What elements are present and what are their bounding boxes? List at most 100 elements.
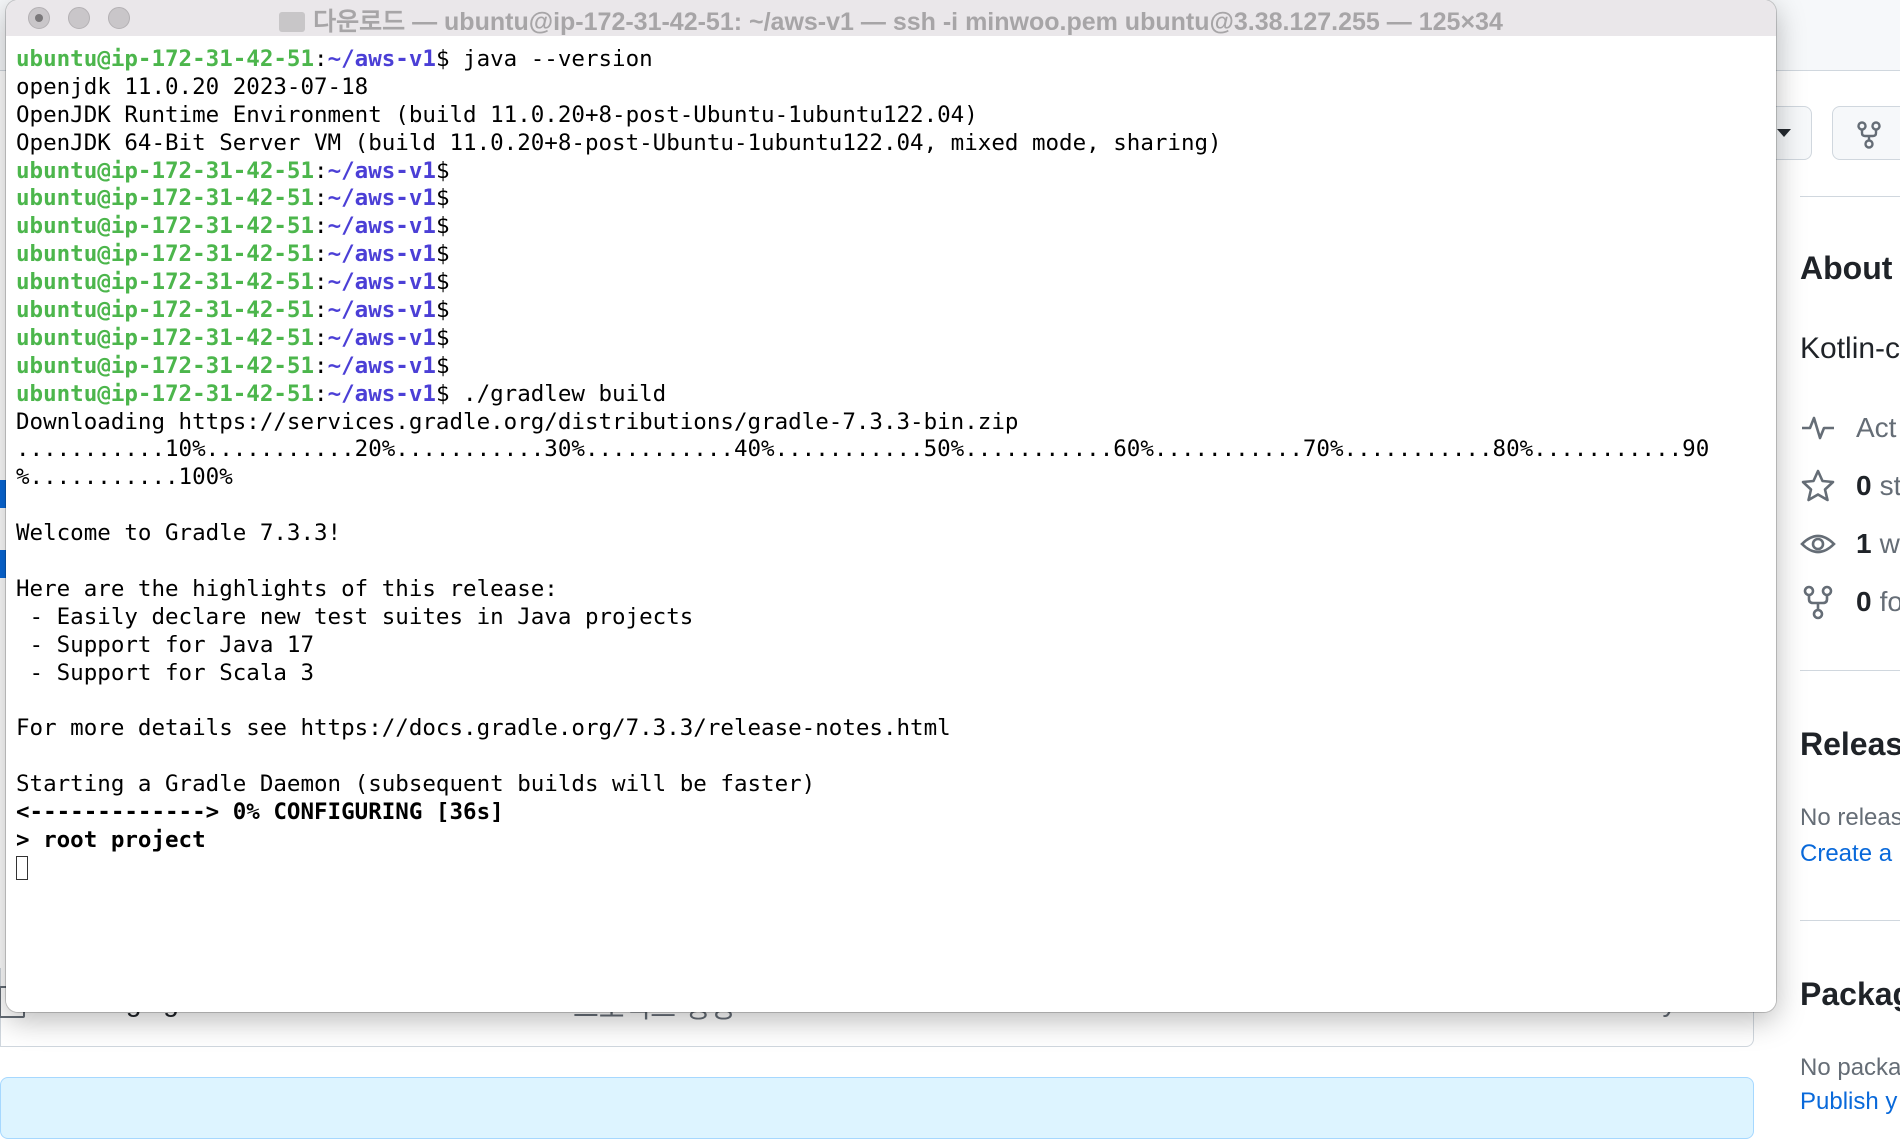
forks-count: 0 — [1856, 586, 1872, 617]
releases-heading[interactable]: Releas — [1800, 726, 1900, 763]
prompt-path: ~/aws-v1 — [327, 324, 436, 351]
divider — [1800, 670, 1900, 671]
prompt-line: ubuntu@ip-172-31-42-51:~/aws-v1$ — [16, 297, 1776, 325]
command-text: ./gradlew build — [449, 380, 667, 407]
stars-count: 0 — [1856, 470, 1872, 501]
prompt-line: ubuntu@ip-172-31-42-51:~/aws-v1$ — [16, 241, 1776, 269]
terminal-window[interactable]: 다운로드 — ubuntu@ip-172-31-42-51: ~/aws-v1 … — [6, 0, 1776, 1012]
prompt-symbol: $ — [435, 324, 450, 351]
output-line: OpenJDK Runtime Environment (build 11.0.… — [16, 102, 1776, 130]
prompt-user-host: ubuntu@ip-172-31-42-51 — [16, 324, 315, 351]
fork-icon — [1803, 585, 1833, 620]
prompt-symbol: $ — [435, 241, 450, 268]
terminal-output[interactable]: ubuntu@ip-172-31-42-51:~/aws-v1$ java --… — [6, 36, 1776, 1012]
output-line: - Support for Java 17 — [16, 632, 1776, 660]
output-text: - Support for Scala 3 — [16, 659, 315, 686]
create-release-link[interactable]: Create a — [1800, 840, 1892, 868]
prompt-separator: : — [314, 324, 328, 351]
prompt-symbol: $ — [435, 46, 450, 72]
prompt-line: ubuntu@ip-172-31-42-51:~/aws-v1$ — [16, 213, 1776, 241]
forks-link[interactable]: 0 fo — [1800, 582, 1900, 622]
output-text: Starting a Gradle Daemon (subsequent bui… — [16, 771, 816, 798]
prompt-path: ~/aws-v1 — [327, 185, 436, 212]
output-text: %...........100% — [16, 464, 233, 491]
pulse-icon — [1802, 416, 1834, 440]
no-releases-text: No releas — [1800, 804, 1900, 831]
prompt-user-host: ubuntu@ip-172-31-42-51 — [16, 185, 315, 212]
prompt-path: ~/aws-v1 — [327, 241, 436, 268]
prompt-separator: : — [314, 352, 328, 379]
packages-heading[interactable]: Packag — [1800, 976, 1900, 1013]
watchers-link[interactable]: 1 wa — [1800, 524, 1900, 564]
output-line: openjdk 11.0.20 2023-07-18 — [16, 74, 1776, 102]
prompt-separator: : — [314, 46, 328, 72]
output-line: <-------------> 0% CONFIGURING [36s] — [16, 799, 1776, 827]
output-text: openjdk 11.0.20 2023-07-18 — [16, 73, 369, 100]
prompt-symbol: $ — [435, 352, 450, 379]
prompt-separator: : — [314, 241, 328, 268]
prompt-user-host: ubuntu@ip-172-31-42-51 — [16, 213, 315, 240]
watchers-label: wa — [1879, 528, 1900, 559]
prompt-user-host: ubuntu@ip-172-31-42-51 — [16, 380, 315, 407]
prompt-user-host: ubuntu@ip-172-31-42-51 — [16, 241, 315, 268]
output-text: OpenJDK Runtime Environment (build 11.0.… — [16, 101, 978, 128]
stars-link[interactable]: 0 st — [1800, 466, 1900, 506]
fork-button[interactable] — [1832, 106, 1900, 160]
command-text: java --version — [449, 46, 653, 72]
prompt-separator: : — [314, 213, 328, 240]
prompt-path: ~/aws-v1 — [327, 269, 436, 296]
prompt-path: ~/aws-v1 — [327, 352, 436, 379]
prompt-path: ~/aws-v1 — [327, 297, 436, 324]
stars-label: st — [1879, 470, 1900, 501]
prompt-path: ~/aws-v1 — [327, 157, 436, 184]
repo-description: Kotlin-c — [1800, 332, 1900, 365]
star-icon — [1801, 469, 1835, 502]
folder-icon — [279, 12, 306, 32]
output-line: Starting a Gradle Daemon (subsequent bui… — [16, 771, 1776, 799]
prompt-path: ~/aws-v1 — [327, 213, 436, 240]
info-banner — [0, 1077, 1754, 1139]
prompt-line: ubuntu@ip-172-31-42-51:~/aws-v1$ — [16, 158, 1776, 186]
prompt-user-host: ubuntu@ip-172-31-42-51 — [16, 46, 315, 72]
divider — [1800, 196, 1900, 197]
prompt-line: ubuntu@ip-172-31-42-51:~/aws-v1$ java --… — [16, 46, 1776, 74]
output-text: - Easily declare new test suites in Java… — [16, 603, 694, 630]
output-text: - Support for Java 17 — [16, 631, 315, 658]
prompt-line: ubuntu@ip-172-31-42-51:~/aws-v1$ — [16, 325, 1776, 353]
output-text: Welcome to Gradle 7.3.3! — [16, 520, 342, 547]
window-title: 다운로드 — ubuntu@ip-172-31-42-51: ~/aws-v1 … — [313, 8, 1503, 36]
prompt-separator: : — [314, 297, 328, 324]
prompt-separator: : — [314, 157, 328, 184]
output-text: Here are the highlights of this release: — [16, 575, 558, 602]
output-line: - Support for Scala 3 — [16, 660, 1776, 688]
chevron-down-icon — [1777, 129, 1791, 137]
window-titlebar[interactable]: 다운로드 — ubuntu@ip-172-31-42-51: ~/aws-v1 … — [6, 0, 1776, 37]
prompt-symbol: $ — [435, 213, 450, 240]
fork-icon — [1857, 121, 1881, 149]
prompt-symbol: $ — [435, 185, 450, 212]
activity-link[interactable]: Act — [1800, 408, 1896, 448]
output-line: Welcome to Gradle 7.3.3! — [16, 520, 1776, 548]
prompt-symbol: $ — [435, 297, 450, 324]
divider — [1800, 920, 1900, 921]
prompt-line: ubuntu@ip-172-31-42-51:~/aws-v1$ ./gradl… — [16, 381, 1776, 409]
forks-label: fo — [1879, 586, 1900, 617]
activity-label: Act — [1856, 412, 1897, 443]
eye-icon — [1800, 534, 1836, 554]
prompt-line: ubuntu@ip-172-31-42-51:~/aws-v1$ — [16, 185, 1776, 213]
prompt-symbol: $ — [435, 157, 450, 184]
output-line: For more details see https://docs.gradle… — [16, 715, 1776, 743]
prompt-separator: : — [314, 185, 328, 212]
prompt-path: ~/aws-v1 — [327, 380, 436, 407]
output-text: For more details see https://docs.gradle… — [16, 715, 951, 742]
prompt-line: ubuntu@ip-172-31-42-51:~/aws-v1$ — [16, 353, 1776, 381]
output-line: %...........100% — [16, 464, 1776, 492]
prompt-separator: : — [314, 269, 328, 296]
no-packages-text: No packa — [1800, 1054, 1900, 1081]
output-line: > root project — [16, 827, 1776, 855]
prompt-user-host: ubuntu@ip-172-31-42-51 — [16, 297, 315, 324]
output-text: Downloading https://services.gradle.org/… — [16, 408, 1019, 435]
